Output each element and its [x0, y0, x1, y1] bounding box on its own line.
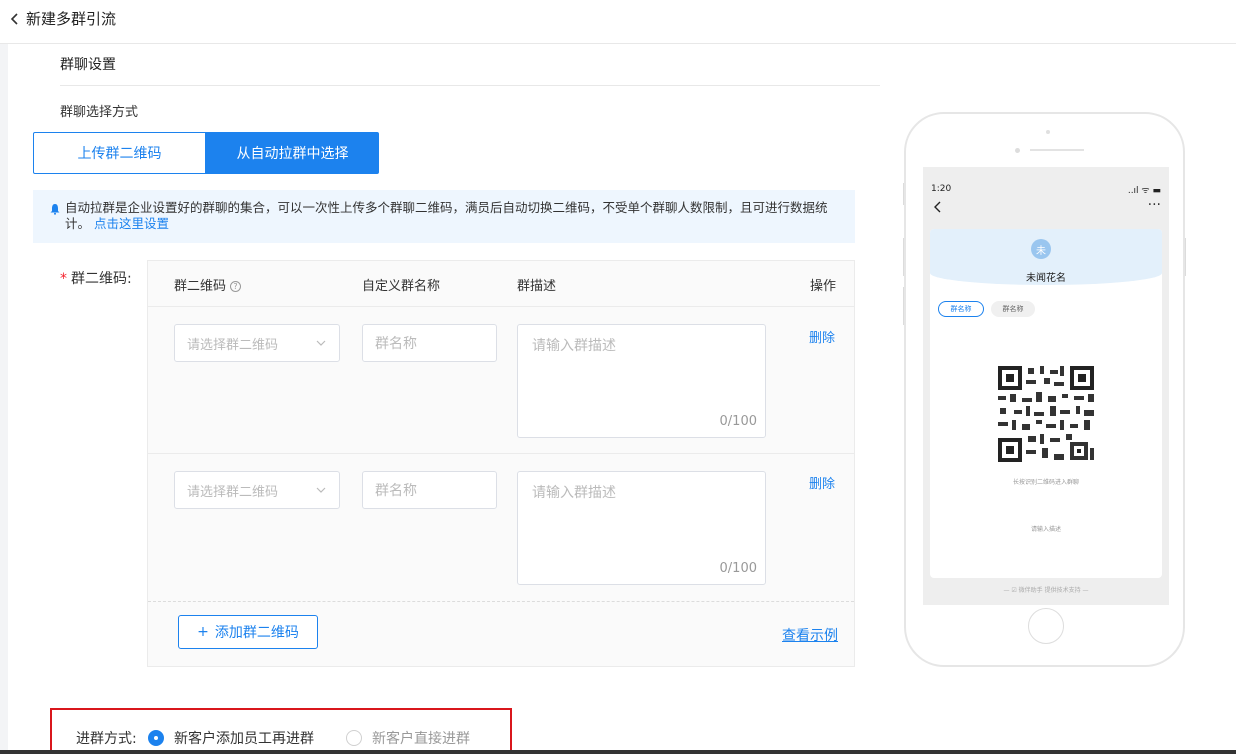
profile-name: 未闻花名 — [1026, 273, 1066, 284]
plus-icon: + — [197, 624, 209, 640]
view-example-link[interactable]: 查看示例 — [782, 625, 838, 645]
row-divider — [148, 453, 854, 454]
qr-field-label: * 群二维码: — [60, 268, 132, 288]
column-header-name: 自定义群名称 — [362, 279, 441, 294]
top-bar: 新建多群引流 — [0, 0, 1236, 44]
bottom-edge — [0, 750, 1236, 754]
more-icon: ··· — [1147, 197, 1161, 213]
chevron-down-icon — [316, 340, 326, 346]
dashed-divider — [148, 601, 854, 602]
chevron-left-icon — [934, 201, 941, 213]
char-count: 0/100 — [719, 414, 757, 429]
phone-screen: 1:20 ..ıl ᯤ ▬ ··· 未 未闻花名 群名称 群名称 长按识别二维码… — [923, 167, 1169, 605]
info-notice: 自动拉群是企业设置好的群聊的集合，可以一次性上传多个群聊二维码，满员后自动切换二… — [33, 190, 855, 243]
qr-select[interactable]: 请选择群二维码 — [174, 324, 340, 362]
table-header: 群二维码? 自定义群名称 群描述 操作 — [148, 261, 854, 307]
group-desc-textarea[interactable]: 请输入群描述 0/100 — [517, 324, 766, 438]
qr-table: 群二维码? 自定义群名称 群描述 操作 请选择群二维码 群名称 请输入群描述 0… — [147, 260, 855, 667]
phone-nav-bar: ··· — [923, 197, 1169, 221]
notice-text: 自动拉群是企业设置好的群聊的集合，可以一次性上传多个群聊二维码，满员后自动切换二… — [65, 200, 828, 231]
delete-button[interactable]: 删除 — [809, 327, 835, 346]
group-card: 未 未闻花名 群名称 群名称 长按识别二维码进入群聊 请输入描述 — [930, 229, 1162, 578]
phone-sensor — [1046, 130, 1050, 134]
column-header-qr: 群二维码? — [174, 275, 242, 294]
column-header-action: 操作 — [810, 279, 837, 294]
radio-unchecked-icon — [346, 730, 362, 746]
select-mode-label: 群聊选择方式 — [60, 105, 139, 120]
section-title: 群聊设置 — [60, 57, 116, 73]
mode-tabs: 上传群二维码 从自动拉群中选择 — [33, 132, 379, 174]
avatar: 未 — [1031, 239, 1051, 259]
back-button[interactable]: 新建多群引流 — [8, 8, 116, 29]
group-name-chip: 群名称 — [991, 301, 1035, 317]
qr-hint: 长按识别二维码进入群聊 — [1012, 479, 1079, 486]
chevron-down-icon — [316, 487, 326, 493]
join-method-label: 进群方式: — [76, 731, 137, 747]
status-time: 1:20 — [931, 184, 952, 194]
delete-button[interactable]: 删除 — [809, 473, 835, 492]
required-mark: * — [60, 271, 67, 287]
preview-desc: 请输入描述 — [1030, 526, 1061, 533]
char-count: 0/100 — [719, 561, 757, 576]
tab-upload-qr[interactable]: 上传群二维码 — [33, 132, 206, 174]
page-title: 新建多群引流 — [26, 10, 117, 28]
preview-footer: — ☑ 微伴助手 提供技术支持 — — [1003, 587, 1089, 594]
qr-field-label-text: 群二维码: — [71, 271, 132, 287]
left-edge — [0, 44, 8, 754]
group-desc-textarea[interactable]: 请输入群描述 0/100 — [517, 471, 766, 585]
add-qr-button[interactable]: + 添加群二维码 — [178, 615, 318, 649]
help-icon[interactable]: ? — [230, 281, 242, 292]
qr-select[interactable]: 请选择群二维码 — [174, 471, 340, 509]
qr-code-icon — [996, 364, 1096, 464]
phone-home-button — [1028, 608, 1064, 644]
status-icons: ..ıl ᯤ ▬ — [1127, 186, 1161, 196]
group-name-input[interactable]: 群名称 — [362, 324, 497, 362]
radio-add-employee-first[interactable]: 新客户添加员工再进群 — [148, 728, 314, 748]
join-method-box: 进群方式: 新客户添加员工再进群 新客户直接进群 — [50, 708, 512, 752]
status-bar: 1:20 ..ıl ᯤ ▬ — [923, 167, 1169, 196]
notice-settings-link[interactable]: 点击这里设置 — [94, 216, 169, 231]
radio-join-directly[interactable]: 新客户直接进群 — [346, 728, 470, 748]
phone-speaker — [1030, 149, 1084, 151]
radio-checked-icon — [148, 730, 164, 746]
group-name-input[interactable]: 群名称 — [362, 471, 497, 509]
chevron-left-icon — [10, 12, 18, 25]
column-header-desc: 群描述 — [517, 279, 557, 294]
notice-text-block: 自动拉群是企业设置好的群聊的集合，可以一次性上传多个群聊二维码，满员后自动切换二… — [65, 200, 843, 232]
group-name-chip: 群名称 — [938, 301, 984, 317]
bell-icon — [50, 204, 60, 215]
phone-camera — [1015, 148, 1020, 153]
tab-auto-group[interactable]: 从自动拉群中选择 — [206, 132, 379, 174]
divider — [60, 85, 880, 86]
